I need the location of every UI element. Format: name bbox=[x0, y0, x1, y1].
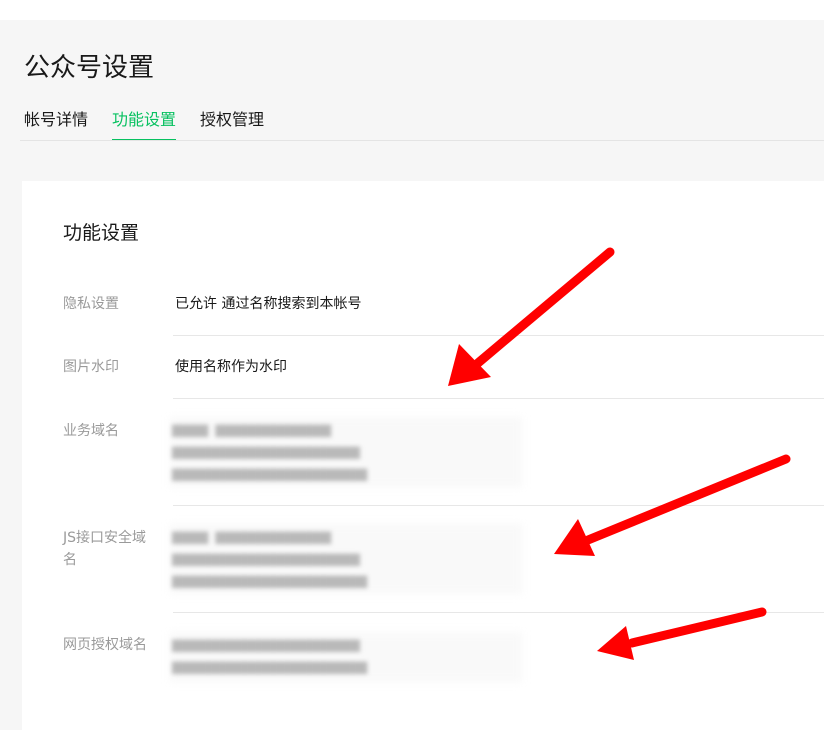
page-title: 公众号设置 bbox=[24, 53, 155, 83]
row-label: JS接口安全域名 bbox=[63, 530, 147, 568]
tab-feature-settings[interactable]: 功能设置 bbox=[112, 108, 177, 141]
row-label: 业务域名 bbox=[63, 423, 119, 439]
redacted-domain-list: ▇▇▇▇▇▇▇▇▇▇▇▇▇▇▇▇▇▇▇▇▇▇▇▇▇▇ ▇▇▇▇▇▇▇▇▇▇▇▇▇… bbox=[172, 638, 368, 674]
row-divider bbox=[173, 505, 824, 506]
redacted-domain-list: ▇▇▇▇▇ ▇▇▇▇▇▇▇▇▇▇▇▇▇▇▇▇ ▇▇▇▇▇▇▇▇▇▇▇▇▇▇▇▇▇… bbox=[172, 530, 368, 588]
tab-authorization-management[interactable]: 授权管理 bbox=[200, 108, 264, 141]
tab-account-details[interactable]: 帐号详情 bbox=[24, 108, 88, 141]
row-value: 使用名称作为水印 bbox=[175, 359, 287, 375]
row-value: 已允许 通过名称搜索到本帐号 bbox=[175, 296, 362, 312]
redacted-domain-list: ▇▇▇▇▇ ▇▇▇▇▇▇▇▇▇▇▇▇▇▇▇▇ ▇▇▇▇▇▇▇▇▇▇▇▇▇▇▇▇▇… bbox=[172, 423, 368, 481]
tabs-divider bbox=[20, 140, 824, 141]
row-divider bbox=[173, 612, 824, 613]
row-label: 网页授权域名 bbox=[63, 637, 147, 653]
row-label: 图片水印 bbox=[63, 359, 119, 375]
row-label: 隐私设置 bbox=[63, 296, 119, 312]
section-title: 功能设置 bbox=[63, 222, 140, 244]
feature-settings-card: 功能设置 隐私设置 已允许 通过名称搜索到本帐号 图片水印 使用名称作为水印 业… bbox=[22, 181, 824, 730]
tab-bar: 帐号详情 功能设置 授权管理 bbox=[24, 108, 288, 141]
row-divider bbox=[173, 335, 824, 336]
row-divider bbox=[173, 398, 824, 399]
